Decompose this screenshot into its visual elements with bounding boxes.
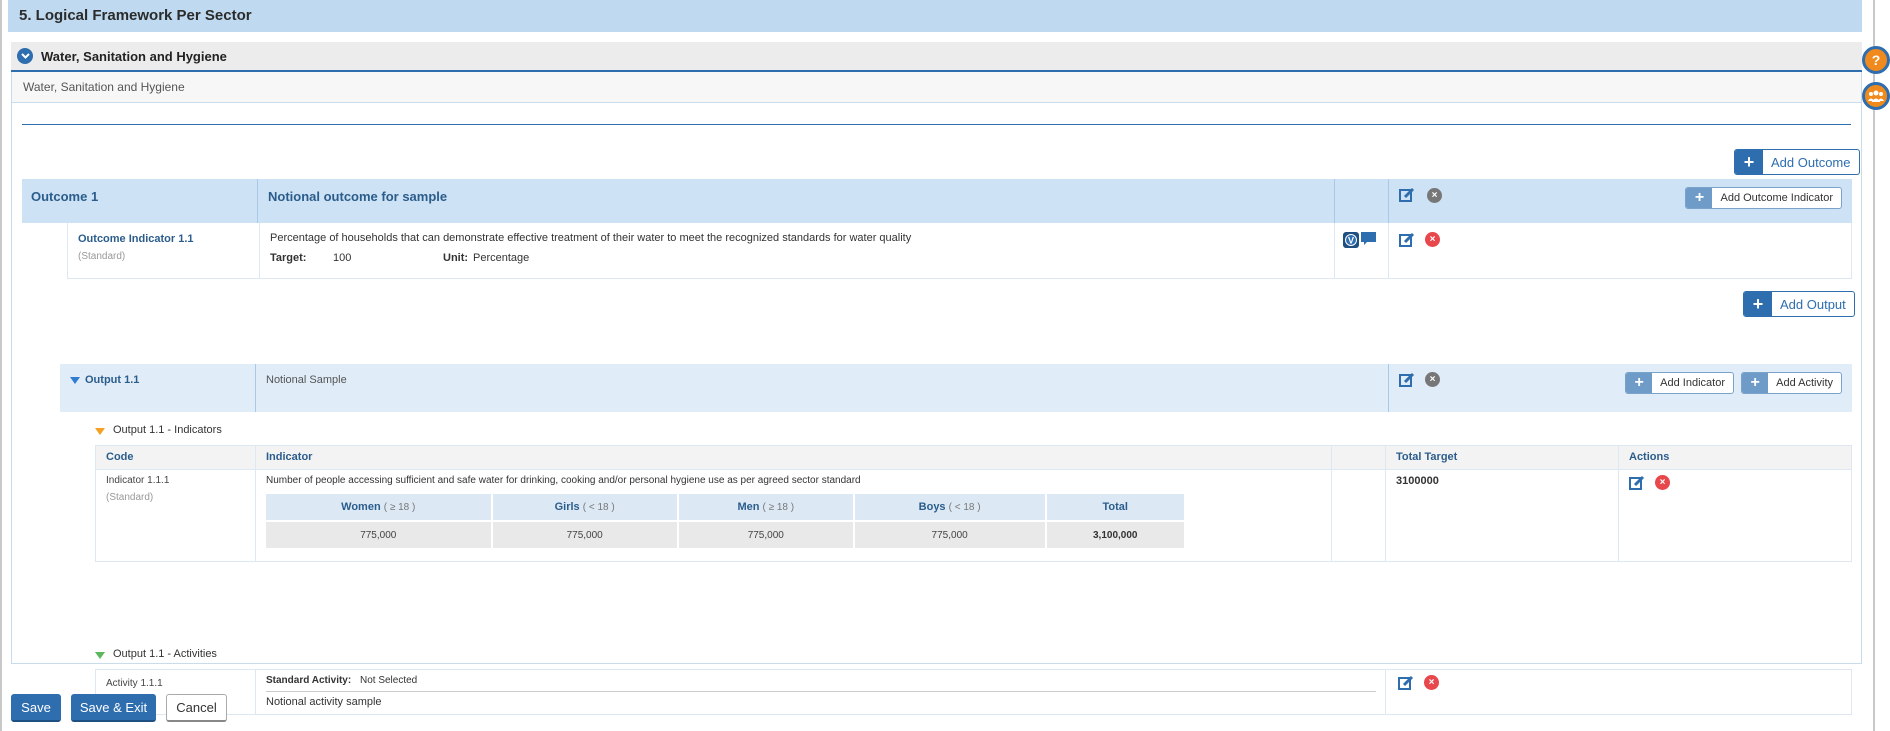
col-total: Total [1045, 494, 1186, 521]
svg-text:V: V [1348, 236, 1354, 246]
output-row: Output 1.1 Notional Sample × + Add Indic… [60, 364, 1852, 412]
verification-icon[interactable]: V [1343, 232, 1359, 248]
outcome-actions: × + Add Outcome Indicator [1389, 179, 1852, 223]
page: 5. Logical Framework Per Sector Water, S… [0, 0, 1890, 731]
indicator-table-header: Code Indicator Total Target Actions [96, 446, 1851, 470]
value-boys: 775,000 [853, 520, 1047, 548]
add-outcome-button[interactable]: + Add Outcome [1734, 149, 1860, 175]
edit-icon[interactable] [1399, 232, 1415, 248]
delete-icon[interactable]: × [1427, 188, 1442, 203]
output-toggle[interactable]: Output 1.1 [60, 364, 256, 412]
col-boys: Boys ( < 18 ) [853, 494, 1047, 521]
indicators-toggle[interactable]: Output 1.1 - Indicators [95, 424, 222, 436]
chevron-down-icon[interactable] [17, 48, 33, 64]
caret-down-icon [70, 377, 80, 384]
standard-activity-label: Standard Activity: [266, 675, 352, 686]
sector-accordion-header[interactable]: Water, Sanitation and Hygiene [11, 42, 1862, 72]
add-outcome-indicator-button[interactable]: + Add Outcome Indicator [1685, 187, 1842, 209]
col-spacer [1332, 446, 1386, 469]
value-men: 775,000 [677, 520, 855, 548]
total-target-value: 3100000 [1386, 470, 1619, 561]
unit-label: Unit: [443, 252, 469, 264]
help-button[interactable]: ? [1862, 46, 1890, 74]
add-indicator-button[interactable]: + Add Indicator [1625, 372, 1734, 394]
plus-icon: + [1626, 373, 1653, 393]
indicator-table: Code Indicator Total Target Actions Indi… [95, 445, 1852, 562]
plus-icon: + [1686, 188, 1713, 208]
add-output-button[interactable]: + Add Output [1743, 291, 1855, 317]
delete-icon[interactable]: × [1425, 232, 1440, 247]
outcome-indicator-type: (Standard) [78, 251, 126, 262]
sector-subtitle: Water, Sanitation and Hygiene [12, 72, 1861, 103]
cancel-button[interactable]: Cancel [166, 694, 227, 722]
users-button[interactable] [1862, 82, 1890, 110]
add-indicator-label: Add Indicator [1660, 377, 1725, 389]
activity-description: Notional activity sample [266, 696, 382, 708]
delete-icon[interactable]: × [1425, 372, 1440, 387]
target-value: 100 [333, 252, 352, 264]
outcome-code: Outcome 1 [22, 179, 258, 223]
col-code: Code [96, 446, 256, 469]
outcome-indicator-row: Outcome Indicator 1.1 (Standard) Percent… [67, 223, 1852, 279]
indicator-description: Number of people accessing sufficient an… [266, 475, 861, 486]
activity-row: Activity 1.1.1 Standard Activity: Not Se… [95, 669, 1852, 715]
value-total: 3,100,000 [1045, 520, 1186, 548]
caret-down-icon [95, 652, 105, 659]
sector-body: Water, Sanitation and Hygiene + Add Outc… [11, 72, 1862, 715]
delete-icon[interactable]: × [1655, 475, 1670, 490]
col-total-target: Total Target [1386, 446, 1619, 469]
col-indicator: Indicator [256, 446, 1332, 469]
spacer-cell [1332, 470, 1386, 561]
question-icon: ? [1871, 52, 1881, 68]
output-code: Output 1.1 [85, 374, 140, 386]
indicator-code: Indicator 1.1.1 [106, 475, 170, 486]
activities-label: Output 1.1 - Activities [113, 648, 217, 660]
activities-toggle[interactable]: Output 1.1 - Activities [95, 648, 217, 660]
edit-icon[interactable] [1399, 187, 1415, 203]
value-girls: 775,000 [491, 520, 679, 548]
plus-icon: + [1735, 150, 1763, 174]
unit-value: Percentage [473, 252, 530, 264]
col-men: Men ( ≥ 18 ) [677, 494, 855, 521]
value-women: 775,000 [266, 520, 493, 548]
plus-icon: + [1744, 292, 1772, 316]
col-women: Women ( ≥ 18 ) [266, 494, 493, 521]
disaggregation-table: Women ( ≥ 18 ) Girls ( < 18 ) Men ( ≥ 18… [266, 494, 1186, 548]
outcome-indicator-code: Outcome Indicator 1.1 [78, 233, 194, 245]
add-activity-label: Add Activity [1776, 377, 1833, 389]
add-activity-button[interactable]: + Add Activity [1741, 372, 1842, 394]
left-border [0, 0, 2, 731]
edit-icon[interactable] [1629, 475, 1645, 491]
col-actions: Actions [1629, 451, 1670, 463]
save-exit-button[interactable]: Save & Exit [71, 694, 156, 722]
outcome-row: Outcome 1 Notional outcome for sample × … [22, 179, 1852, 223]
plus-icon: + [1742, 373, 1769, 393]
divider [22, 124, 1851, 125]
add-outcome-label: Add Outcome [1771, 154, 1851, 170]
indicators-label: Output 1.1 - Indicators [113, 424, 222, 436]
users-icon [1868, 90, 1884, 102]
indicator-type: (Standard) [106, 492, 154, 503]
standard-activity-value: Not Selected [359, 675, 418, 686]
edit-icon[interactable] [1398, 675, 1414, 691]
edit-icon[interactable] [1399, 372, 1415, 388]
section-title: 5. Logical Framework Per Sector [8, 0, 1862, 32]
save-button[interactable]: Save [11, 694, 61, 722]
add-output-label: Add Output [1780, 296, 1846, 312]
delete-icon[interactable]: × [1424, 675, 1439, 690]
outcome-spacer [1335, 179, 1389, 223]
target-label: Target: [270, 252, 307, 264]
outcome-indicator-description: Percentage of households that can demons… [270, 232, 912, 244]
col-girls: Girls ( < 18 ) [491, 494, 679, 521]
caret-down-icon [95, 428, 105, 435]
add-outcome-indicator-label: Add Outcome Indicator [1720, 192, 1833, 204]
table-row: Indicator 1.1.1 (Standard) Number of peo… [96, 470, 1851, 561]
outcome-description: Notional outcome for sample [258, 179, 1335, 223]
sector-title: Water, Sanitation and Hygiene [41, 48, 227, 64]
output-description: Notional Sample [256, 364, 1389, 412]
comment-icon[interactable] [1361, 232, 1376, 246]
